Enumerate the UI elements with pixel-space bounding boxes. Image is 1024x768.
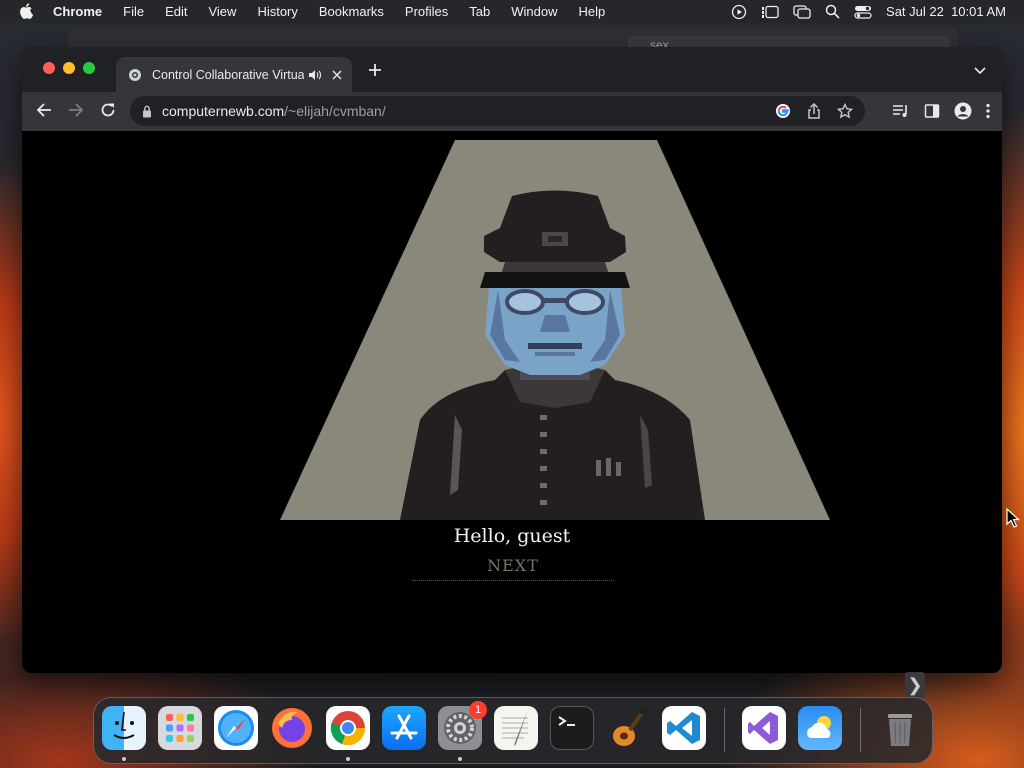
stage-manager-icon[interactable]	[761, 5, 779, 19]
nose-shape	[540, 315, 570, 332]
now-playing-icon[interactable]	[731, 4, 747, 20]
window-controls	[43, 62, 95, 74]
reading-list-icon[interactable]	[892, 103, 910, 124]
zoom-window-button[interactable]	[83, 62, 95, 74]
menu-app-name[interactable]: Chrome	[53, 4, 102, 19]
dock-finder-icon[interactable]	[102, 706, 146, 750]
dock-safari-icon[interactable]	[214, 706, 258, 750]
goggle-bridge	[543, 298, 567, 303]
dock-separator-trash	[860, 708, 861, 752]
side-arrow-button[interactable]: ❯	[905, 672, 925, 698]
spotlight-search-icon[interactable]	[825, 4, 840, 19]
lock-icon[interactable]	[142, 105, 152, 118]
chrome-running-dot	[346, 757, 350, 761]
dock: 1	[93, 697, 933, 764]
dock-launchpad-icon[interactable]	[158, 706, 202, 750]
dock-app-store-icon[interactable]	[382, 706, 426, 750]
goggle-left	[505, 289, 545, 315]
dock-garageband-icon[interactable]	[606, 706, 650, 750]
hat-badge-inner	[548, 236, 562, 242]
pocket-mark-3	[616, 462, 621, 476]
menu-tab[interactable]: Tab	[469, 4, 490, 19]
tab-strip: Control Collaborative Virtual	[22, 47, 1002, 92]
hat-brim	[480, 272, 630, 288]
greeting-text: Hello, guest	[453, 525, 571, 547]
finder-running-dot	[122, 757, 126, 761]
dock-weather-icon[interactable]	[798, 706, 842, 750]
audio-playing-icon[interactable]	[308, 69, 322, 81]
url-path: /~elijah/cvmban/	[284, 103, 386, 119]
active-tab[interactable]: Control Collaborative Virtual	[116, 57, 352, 92]
dock-textedit-icon[interactable]	[494, 706, 538, 750]
settings-notification-badge: 1	[469, 701, 487, 719]
new-tab-icon[interactable]	[368, 63, 382, 77]
site-favicon-icon	[128, 68, 142, 82]
apple-menu-icon[interactable]	[19, 3, 35, 20]
close-window-button[interactable]	[43, 62, 55, 74]
browser-window: Control Collaborative Virtual computerne…	[22, 47, 1002, 673]
google-lens-icon[interactable]	[775, 103, 791, 122]
pocket-mark-1	[596, 460, 601, 476]
dock-firefox-icon[interactable]	[270, 706, 314, 750]
menu-bookmarks[interactable]: Bookmarks	[319, 4, 384, 19]
spotlight-scene	[280, 140, 830, 520]
mouse-cursor-icon	[1006, 507, 1021, 533]
control-center-icon[interactable]	[854, 5, 872, 19]
menu-edit[interactable]: Edit	[165, 4, 187, 19]
mouth-shape	[528, 343, 582, 349]
browser-toolbar: computernewb.com/~elijah/cvmban/	[22, 92, 1002, 131]
page-viewport: Hello, guest NEXT	[22, 131, 1002, 673]
dock-visual-studio-icon[interactable]	[742, 706, 786, 750]
officer-pixel-art	[280, 140, 830, 520]
dock-vscode-icon[interactable]	[662, 706, 706, 750]
side-panel-icon[interactable]	[924, 103, 940, 124]
goggle-right	[565, 289, 605, 315]
tab-search-chevron-icon[interactable]	[974, 67, 986, 75]
dock-chrome-icon[interactable]	[326, 706, 370, 750]
reload-icon[interactable]	[100, 102, 116, 118]
dock-trash-icon[interactable]	[878, 706, 922, 750]
pocket-mark-2	[606, 458, 611, 476]
minimize-window-button[interactable]	[63, 62, 75, 74]
next-button[interactable]: NEXT	[412, 556, 614, 581]
menu-window[interactable]: Window	[511, 4, 557, 19]
screen-mirroring-icon[interactable]	[793, 4, 811, 19]
chrome-menu-icon[interactable]	[986, 103, 990, 124]
forward-arrow-icon[interactable]	[68, 102, 84, 118]
url-host: computernewb.com	[162, 103, 285, 119]
menubar-clock[interactable]: Sat Jul 22 10:01 AM	[886, 4, 1006, 19]
menu-help[interactable]: Help	[579, 4, 606, 19]
dock-separator	[724, 708, 725, 752]
menu-history[interactable]: History	[257, 4, 297, 19]
menu-bar: Chrome File Edit View History Bookmarks …	[0, 0, 1024, 23]
tab-title: Control Collaborative Virtual	[152, 67, 304, 82]
menu-view[interactable]: View	[208, 4, 236, 19]
dock-terminal-icon[interactable]	[550, 706, 594, 750]
settings-running-dot	[458, 757, 462, 761]
profile-avatar-icon[interactable]	[954, 102, 972, 125]
menu-file[interactable]: File	[123, 4, 144, 19]
tab-close-icon[interactable]	[332, 70, 342, 80]
chin-line	[535, 352, 575, 356]
back-arrow-icon[interactable]	[36, 102, 52, 118]
bookmark-star-icon[interactable]	[836, 102, 854, 122]
share-icon[interactable]	[807, 102, 821, 122]
address-bar[interactable]: computernewb.com/~elijah/cvmban/	[130, 96, 865, 126]
menu-profiles[interactable]: Profiles	[405, 4, 448, 19]
dock-system-settings-icon[interactable]: 1	[438, 701, 487, 750]
